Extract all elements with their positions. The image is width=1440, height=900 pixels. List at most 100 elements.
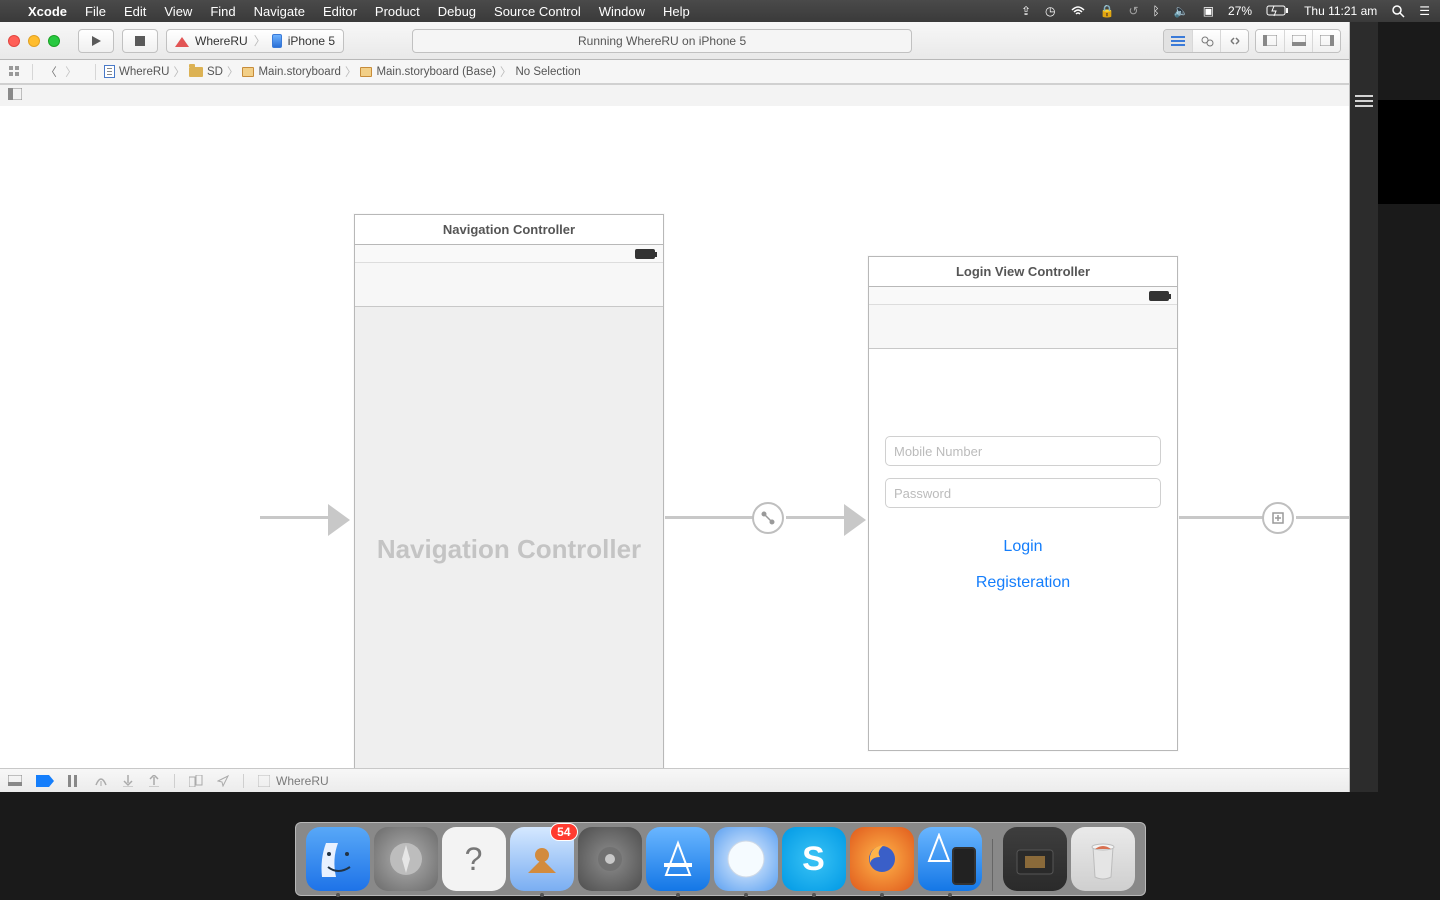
toggle-navigator-icon[interactable]: [1256, 30, 1284, 52]
version-editor-icon[interactable]: [1220, 30, 1248, 52]
project-icon: [104, 65, 115, 78]
continue-icon[interactable]: [68, 775, 80, 787]
location-simulate-icon[interactable]: [217, 775, 229, 787]
crumb-storyboard[interactable]: Main.storyboard: [242, 66, 340, 78]
xcode-window: WhereRU 〉 iPhone 5 Running WhereRU on iP…: [0, 22, 1350, 792]
segue-arrow-head-icon: [844, 504, 866, 536]
hide-debug-icon[interactable]: [8, 775, 22, 786]
dock-skype[interactable]: S: [782, 827, 846, 891]
process-selector[interactable]: WhereRU: [258, 774, 329, 788]
folder-icon: [189, 67, 203, 77]
step-into-icon[interactable]: [122, 775, 134, 787]
crumb-folder[interactable]: SD: [189, 66, 223, 78]
menu-sourcecontrol[interactable]: Source Control: [494, 4, 581, 19]
segue-line-2: [786, 516, 846, 519]
registration-button[interactable]: Registeration: [976, 574, 1070, 592]
simulated-statusbar: [869, 287, 1177, 305]
scene-login-view-controller[interactable]: Login View Controller Mobile Number Pass…: [868, 256, 1178, 751]
menu-editor[interactable]: Editor: [323, 4, 357, 19]
dock-launchpad[interactable]: [374, 827, 438, 891]
battery-icon[interactable]: [1266, 5, 1290, 17]
battery-box-icon[interactable]: ▣: [1203, 4, 1214, 18]
chevron-icon: 〉: [345, 64, 357, 80]
crumb-project[interactable]: WhereRU: [104, 65, 169, 78]
segue-show-icon[interactable]: [1262, 502, 1294, 534]
menu-view[interactable]: View: [164, 4, 192, 19]
run-button[interactable]: [78, 29, 114, 53]
panel-toggle-segment[interactable]: [1255, 29, 1341, 53]
menu-help[interactable]: Help: [663, 4, 690, 19]
menu-navigate[interactable]: Navigate: [254, 4, 305, 19]
stop-button[interactable]: [122, 29, 158, 53]
notification-center-icon[interactable]: ☰: [1419, 4, 1430, 18]
crumb-storyboard-base[interactable]: Main.storyboard (Base): [360, 66, 496, 78]
toggle-utilities-icon[interactable]: [1312, 30, 1340, 52]
mac-menubar: Xcode File Edit View Find Navigate Edito…: [0, 0, 1440, 22]
chevron-icon: 〉: [500, 64, 512, 80]
dock-ios-simulator[interactable]: [918, 827, 982, 891]
scene-body: Navigation Controller: [355, 307, 663, 768]
zoom-button[interactable]: [48, 35, 60, 47]
menu-find[interactable]: Find: [210, 4, 235, 19]
scene-title[interactable]: Login View Controller: [869, 257, 1177, 287]
scene-title[interactable]: Navigation Controller: [355, 215, 663, 245]
dock-divider: [992, 839, 993, 891]
clock[interactable]: Thu 11:21 am: [1304, 4, 1377, 18]
close-button[interactable]: [8, 35, 20, 47]
dock-trash[interactable]: [1071, 827, 1135, 891]
spotlight-icon[interactable]: [1391, 4, 1405, 18]
dock-safari[interactable]: [714, 827, 778, 891]
scheme-selector[interactable]: WhereRU 〉 iPhone 5: [166, 29, 344, 53]
segue-line-1: [665, 516, 755, 519]
battery-icon: [1149, 291, 1169, 301]
login-button[interactable]: Login: [1003, 538, 1042, 556]
forward-button[interactable]: 〉: [61, 64, 81, 80]
menu-file[interactable]: File: [85, 4, 106, 19]
minimize-button[interactable]: [28, 35, 40, 47]
lock-icon[interactable]: 🔒: [1100, 4, 1115, 18]
timer-icon[interactable]: ◷: [1045, 4, 1055, 18]
document-outline-toggle-icon[interactable]: [8, 87, 22, 105]
battery-percent[interactable]: 27%: [1228, 4, 1252, 18]
toggle-debug-icon[interactable]: [1284, 30, 1312, 52]
menu-debug[interactable]: Debug: [438, 4, 476, 19]
bluetooth-icon[interactable]: ᛒ: [1153, 4, 1160, 18]
dock-mail[interactable]: 54: [510, 827, 574, 891]
standard-editor-icon[interactable]: [1164, 30, 1192, 52]
dock-downloads[interactable]: [1003, 827, 1067, 891]
step-out-icon[interactable]: [148, 775, 160, 787]
timemachine-icon[interactable]: ↺: [1128, 4, 1138, 18]
volume-icon[interactable]: 🔈: [1174, 4, 1189, 18]
dropbox-icon[interactable]: ⇪: [1021, 4, 1031, 18]
dock-finder[interactable]: [306, 827, 370, 891]
storyboard-canvas[interactable]: Navigation Controller Navigation Control…: [0, 84, 1349, 768]
related-items-icon[interactable]: [6, 66, 24, 78]
editor-mode-segment[interactable]: [1163, 29, 1249, 53]
wifi-icon[interactable]: [1070, 6, 1086, 17]
dock-firefox[interactable]: [850, 827, 914, 891]
activity-text: Running WhereRU on iPhone 5: [578, 34, 746, 48]
history-nav: 〈 〉: [41, 64, 81, 80]
initial-arrow-head-icon[interactable]: [328, 504, 350, 536]
menu-window[interactable]: Window: [599, 4, 645, 19]
assistant-editor-icon[interactable]: [1192, 30, 1220, 52]
step-over-icon[interactable]: [94, 775, 108, 787]
dock-xcode[interactable]: [646, 827, 710, 891]
back-button[interactable]: 〈: [41, 64, 61, 80]
menu-product[interactable]: Product: [375, 4, 420, 19]
crumb-selection[interactable]: No Selection: [515, 66, 580, 78]
jump-bar[interactable]: 〈 〉 WhereRU 〉 SD 〉 Main.storyboard 〉 Mai…: [0, 60, 1349, 84]
breakpoints-toggle-icon[interactable]: [36, 775, 54, 787]
scheme-device: iPhone 5: [288, 34, 335, 48]
mobile-number-field[interactable]: Mobile Number: [885, 436, 1161, 466]
menu-edit[interactable]: Edit: [124, 4, 146, 19]
debug-bar: WhereRU: [0, 768, 1349, 792]
app-menu[interactable]: Xcode: [28, 4, 67, 19]
view-debug-icon[interactable]: [189, 775, 203, 787]
password-field[interactable]: Password: [885, 478, 1161, 508]
background-app-sliver[interactable]: [1350, 22, 1378, 792]
dock-help[interactable]: ?: [442, 827, 506, 891]
segue-root-icon[interactable]: [752, 502, 784, 534]
scene-navigation-controller[interactable]: Navigation Controller Navigation Control…: [354, 214, 664, 768]
dock-system-preferences[interactable]: [578, 827, 642, 891]
